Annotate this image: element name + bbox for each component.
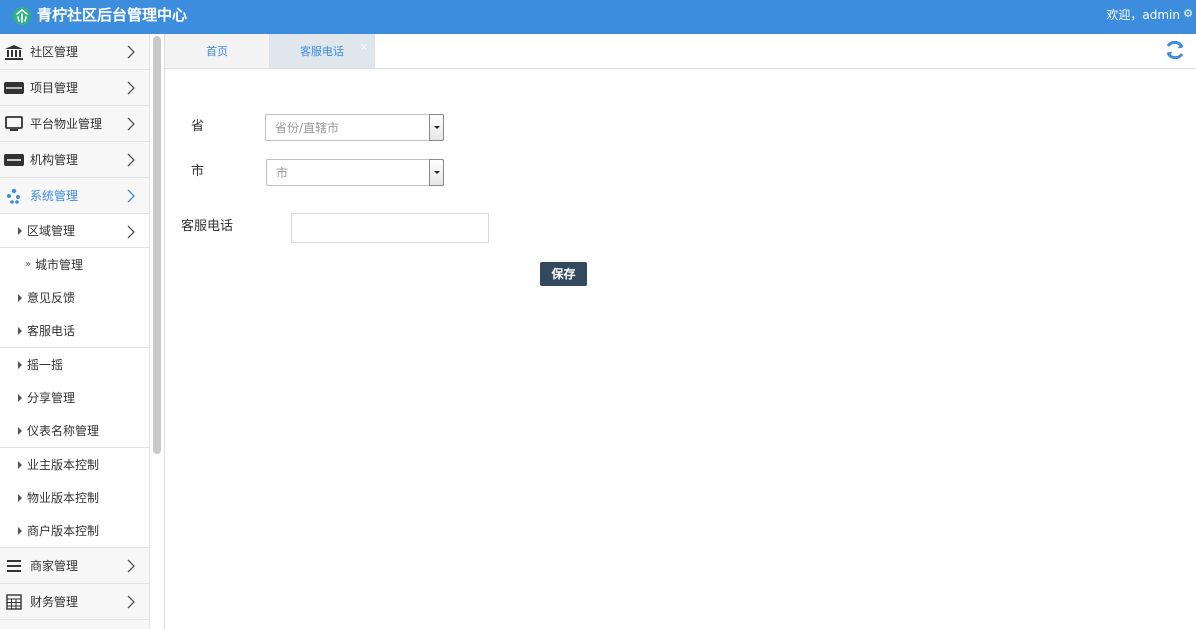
caret-right-icon	[18, 294, 22, 302]
submenu-item-feedback[interactable]: 意见反馈	[0, 281, 149, 315]
sidebar-item-label: 社区管理	[30, 45, 79, 59]
submenu-item-label: 分享管理	[27, 391, 76, 405]
chevron-right-icon	[127, 45, 135, 59]
caret-down-icon	[434, 171, 440, 174]
submenu-item-label: 仪表名称管理	[27, 424, 100, 438]
content-divider	[164, 34, 165, 629]
submenu-item-label: 客服电话	[27, 324, 76, 338]
submenu-item-region[interactable]: 区域管理	[0, 214, 149, 248]
chevron-right-icon	[127, 117, 135, 131]
submenu-item-meter-names[interactable]: 仪表名称管理	[0, 414, 149, 448]
submenu-item-service-phone[interactable]: 客服电话	[0, 314, 149, 348]
bank-icon	[5, 45, 23, 60]
caret-right-icon	[18, 461, 22, 469]
chevron-right-icon	[127, 81, 135, 95]
chevron-right-icon	[127, 225, 135, 239]
sidebar-item-label: 商家管理	[30, 559, 79, 573]
refresh-icon[interactable]	[1164, 39, 1186, 61]
sidebar-item-label: 项目管理	[30, 81, 79, 95]
province-select[interactable]: 省份/直辖市	[265, 114, 444, 141]
calculator-icon	[6, 594, 22, 610]
sidebar-item-label: 系统管理	[30, 189, 79, 203]
sidebar-item-organizations[interactable]: 机构管理	[0, 142, 149, 178]
yelp-icon	[7, 188, 20, 204]
city-label: 市	[191, 164, 205, 179]
submenu-item-merchant-version[interactable]: 商户版本控制	[0, 514, 149, 548]
chevron-right-icon	[127, 559, 135, 573]
sidebar-item-finance[interactable]: 财务管理	[0, 584, 149, 620]
close-icon[interactable]: ×	[360, 43, 368, 53]
service-phone-label: 客服电话	[181, 219, 234, 234]
discover-card-icon	[4, 82, 24, 94]
submenu-item-city[interactable]: » 城市管理	[0, 248, 149, 282]
sidebar-item-merchants[interactable]: 商家管理	[0, 548, 149, 584]
save-button[interactable]: 保存	[540, 262, 587, 286]
province-label: 省	[191, 119, 205, 134]
dropdown-button[interactable]	[429, 159, 444, 186]
submenu-item-property-version[interactable]: 物业版本控制	[0, 481, 149, 515]
app-title: 青柠社区后台管理中心	[37, 6, 188, 24]
caret-right-icon	[18, 394, 22, 402]
tab-bar: 首页 客服电话 ×	[165, 34, 1196, 69]
sidebar-item-label: 平台物业管理	[30, 117, 103, 131]
caret-right-icon	[18, 361, 22, 369]
dropdown-button[interactable]	[429, 114, 444, 141]
submenu-item-label: 物业版本控制	[27, 491, 100, 505]
caret-right-icon	[18, 327, 22, 335]
submenu-item-share[interactable]: 分享管理	[0, 381, 149, 415]
submenu-item-label: 业主版本控制	[27, 458, 100, 472]
tab-home[interactable]: 首页	[165, 34, 270, 68]
gear-icon[interactable]: ⚙	[1183, 7, 1193, 21]
caret-down-icon	[434, 126, 440, 129]
province-select-value: 省份/直辖市	[275, 121, 340, 135]
top-header: 青柠社区后台管理中心 欢迎，admin ⚙	[0, 0, 1196, 34]
double-angle-icon: »	[25, 259, 32, 270]
chevron-right-icon	[127, 189, 135, 203]
service-phone-input[interactable]	[291, 213, 489, 243]
app-logo-icon	[13, 7, 31, 25]
welcome-text[interactable]: 欢迎，admin	[1106, 8, 1180, 22]
submenu-item-label: 城市管理	[35, 258, 84, 272]
city-select-value: 市	[276, 166, 289, 180]
caret-right-icon	[18, 527, 22, 535]
sidebar-item-system[interactable]: 系统管理	[0, 178, 149, 214]
submenu-item-owner-version[interactable]: 业主版本控制	[0, 448, 149, 482]
stripe-icon	[4, 154, 24, 166]
submenu-item-label: 摇一摇	[27, 358, 64, 372]
caret-right-icon	[18, 227, 22, 235]
sidebar-scrollbar[interactable]	[153, 36, 161, 454]
submenu-item-label: 商户版本控制	[27, 524, 100, 538]
tab-label: 客服电话	[300, 45, 344, 58]
sidebar-item-property[interactable]: 平台物业管理	[0, 106, 149, 142]
sidebar-item-label: 机构管理	[30, 153, 79, 167]
list-icon	[7, 560, 21, 572]
city-select[interactable]: 市	[266, 159, 444, 186]
sidebar: 社区管理 项目管理 平台物业管理 机构管理 系统管理 区域管理 » 城市管理 意…	[0, 34, 150, 629]
sidebar-item-label: 财务管理	[30, 595, 79, 609]
caret-right-icon	[18, 494, 22, 502]
submenu-item-shake[interactable]: 摇一摇	[0, 348, 149, 382]
sidebar-item-community[interactable]: 社区管理	[0, 34, 149, 70]
submenu-item-label: 区域管理	[27, 224, 76, 238]
caret-right-icon	[18, 427, 22, 435]
tab-label: 首页	[206, 45, 228, 58]
tab-service-phone[interactable]: 客服电话 ×	[270, 34, 375, 68]
monitor-icon	[5, 116, 23, 131]
chevron-right-icon	[127, 153, 135, 167]
sidebar-item-projects[interactable]: 项目管理	[0, 70, 149, 106]
chevron-right-icon	[127, 595, 135, 609]
submenu-item-label: 意见反馈	[27, 291, 76, 305]
